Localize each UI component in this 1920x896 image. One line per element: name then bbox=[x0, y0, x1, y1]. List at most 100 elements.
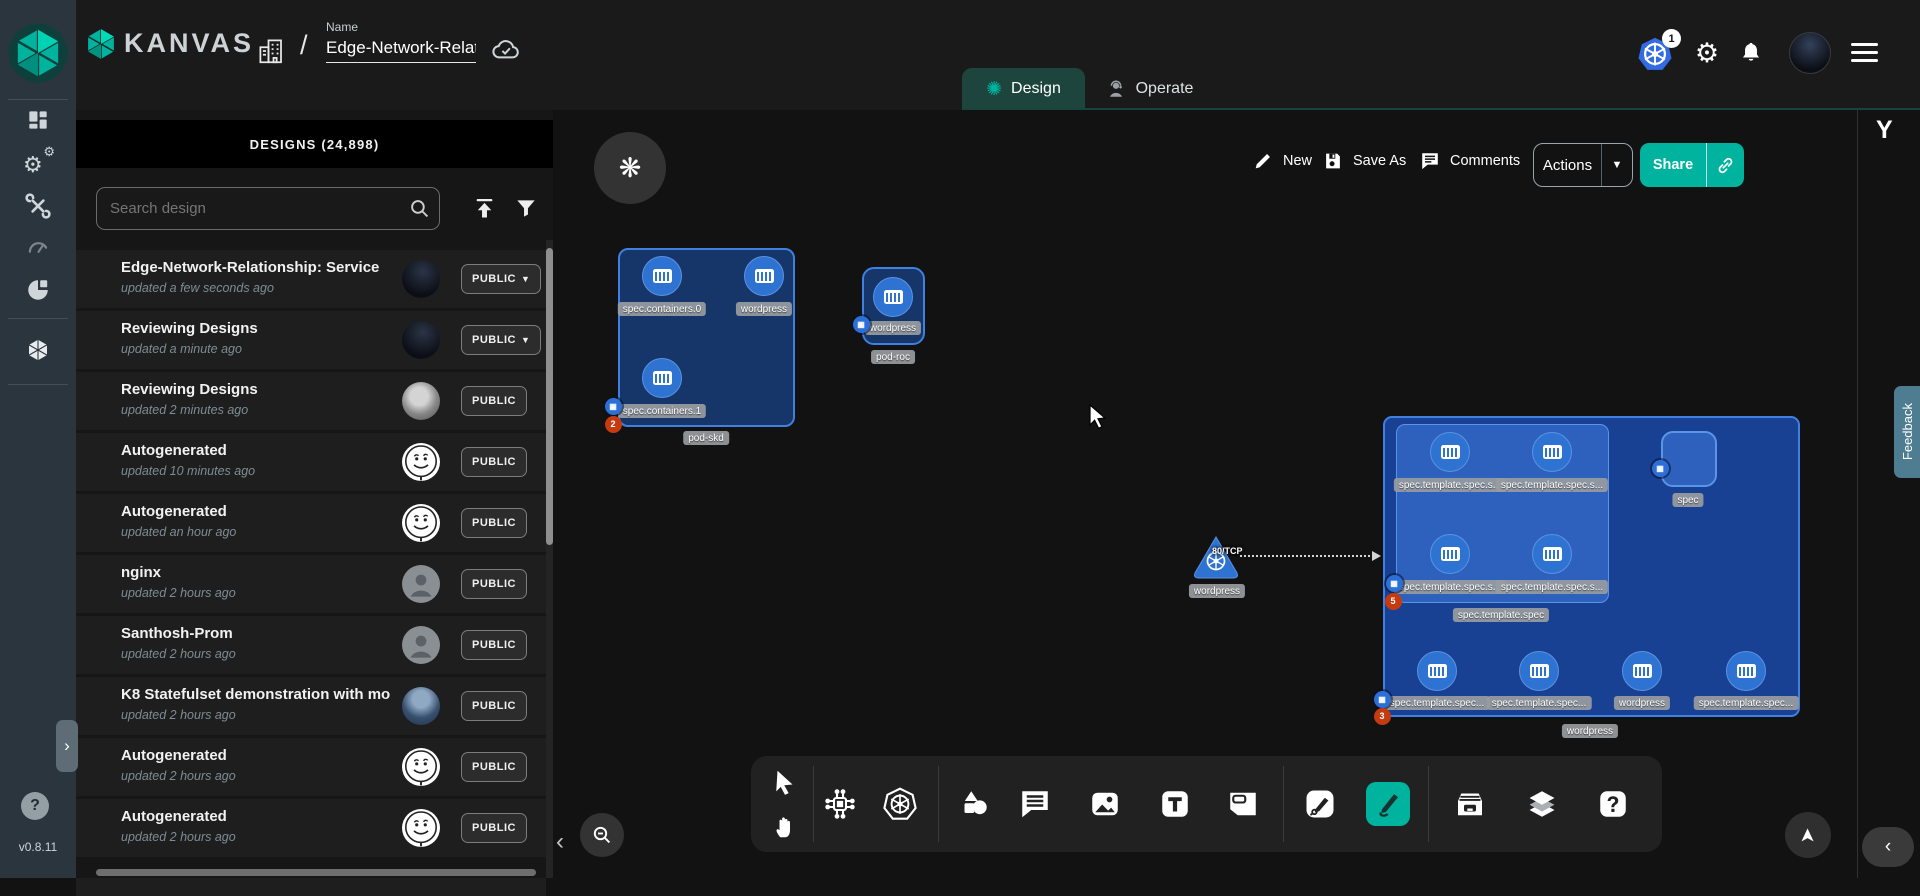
new-design-button[interactable]: New bbox=[1252, 150, 1312, 172]
settings-button[interactable]: ⚙ bbox=[1692, 38, 1722, 68]
kubernetes-tool[interactable] bbox=[878, 782, 922, 826]
error-count-badge[interactable]: 3 bbox=[1374, 708, 1391, 725]
sidebar-item-performance[interactable] bbox=[22, 232, 54, 264]
design-list-item[interactable]: Reviewing Designs updated a minute ago P… bbox=[76, 311, 546, 369]
comment-tool[interactable] bbox=[1013, 782, 1057, 826]
design-list-item[interactable]: Reviewing Designs updated 2 minutes ago … bbox=[76, 372, 546, 430]
container-node[interactable] bbox=[1430, 534, 1470, 574]
save-as-button[interactable]: Save As bbox=[1322, 150, 1406, 172]
tab-design[interactable]: ✺ Design bbox=[962, 68, 1085, 110]
design-list-item-partial[interactable] bbox=[76, 878, 546, 896]
container-node[interactable] bbox=[1622, 651, 1662, 691]
meshery-logo[interactable] bbox=[7, 22, 69, 84]
design-list-item[interactable]: nginx updated 2 hours ago PUBLIC ▼ bbox=[76, 555, 546, 613]
actions-dropdown-button[interactable]: Actions ▼ bbox=[1533, 143, 1633, 187]
help-tool[interactable] bbox=[1591, 782, 1635, 826]
visibility-badge[interactable]: PUBLIC ▼ bbox=[461, 630, 527, 660]
list-hscrollbar-thumb[interactable] bbox=[96, 869, 536, 876]
draw-pencil-icon bbox=[1370, 786, 1406, 822]
note-tool[interactable] bbox=[1221, 782, 1265, 826]
container-node[interactable] bbox=[642, 256, 682, 296]
pan-tool[interactable] bbox=[763, 804, 807, 848]
visibility-badge[interactable]: PUBLIC ▼ bbox=[461, 813, 527, 843]
dock-toggle-icon[interactable]: Y bbox=[1876, 116, 1893, 145]
design-list-item[interactable]: Autogenerated updated 2 hours ago PUBLIC… bbox=[76, 738, 546, 796]
error-count-badge[interactable]: 5 bbox=[1385, 593, 1402, 610]
sidebar-item-configuration[interactable] bbox=[22, 190, 54, 222]
import-design-button[interactable] bbox=[468, 192, 500, 224]
menu-button[interactable] bbox=[1851, 43, 1878, 67]
kanvas-logo-icon[interactable] bbox=[84, 27, 118, 61]
user-avatar[interactable] bbox=[1789, 32, 1831, 74]
design-list-item[interactable]: Edge-Network-Relationship: Service updat… bbox=[76, 250, 546, 308]
visibility-badge[interactable]: PUBLIC ▼ bbox=[461, 752, 527, 782]
pod-status-badge[interactable]: ▦ bbox=[1386, 575, 1403, 592]
help-button[interactable]: ? bbox=[21, 792, 49, 820]
design-list-item[interactable]: K8 Statefulset demonstration with mo upd… bbox=[76, 677, 546, 735]
sidebar-item-extensions[interactable] bbox=[22, 274, 54, 306]
visibility-badge[interactable]: PUBLIC ▼ bbox=[461, 508, 527, 538]
layers-tool[interactable] bbox=[1520, 782, 1564, 826]
design-list-item[interactable]: Autogenerated updated 2 hours ago PUBLIC… bbox=[76, 799, 546, 857]
container-node[interactable] bbox=[1430, 432, 1470, 472]
select-tool[interactable] bbox=[763, 760, 807, 804]
text-tool[interactable] bbox=[1153, 782, 1197, 826]
list-scrollbar-thumb[interactable] bbox=[546, 248, 553, 545]
sidebar-item-kanvas[interactable] bbox=[22, 334, 54, 366]
share-button[interactable]: Share bbox=[1640, 143, 1744, 187]
comments-button[interactable]: Comments bbox=[1419, 150, 1520, 172]
notifications-button[interactable] bbox=[1736, 38, 1766, 68]
visibility-badge[interactable]: PUBLIC ▼ bbox=[461, 569, 527, 599]
pod-status-badge[interactable]: ▦ bbox=[853, 316, 870, 333]
image-tool[interactable] bbox=[1083, 782, 1127, 826]
visibility-badge[interactable]: PUBLIC ▼ bbox=[461, 325, 541, 355]
design-list-item[interactable]: Santhosh-Prom updated 2 hours ago PUBLIC… bbox=[76, 616, 546, 674]
copy-link-button[interactable] bbox=[1707, 155, 1744, 176]
pod-status-badge[interactable]: ▦ bbox=[605, 398, 622, 415]
shapes-tool[interactable] bbox=[953, 782, 997, 826]
rail-expand-button[interactable]: › bbox=[56, 720, 78, 772]
container-node[interactable] bbox=[1519, 651, 1559, 691]
container-node[interactable] bbox=[1726, 651, 1766, 691]
search-design-input[interactable] bbox=[96, 187, 440, 230]
center-canvas-button[interactable]: ➤ bbox=[1785, 812, 1831, 858]
collapse-right-dock-button[interactable]: ‹ bbox=[1862, 827, 1914, 867]
container-node[interactable] bbox=[1417, 651, 1457, 691]
design-list-item[interactable]: Autogenerated updated an hour ago PUBLIC… bbox=[76, 494, 546, 552]
layers-icon bbox=[1524, 786, 1560, 822]
spec-node[interactable] bbox=[1661, 431, 1717, 487]
pen-tool[interactable] bbox=[1298, 782, 1342, 826]
container-node[interactable] bbox=[873, 277, 913, 317]
visibility-badge[interactable]: PUBLIC ▼ bbox=[461, 386, 527, 416]
kubernetes-context-switcher[interactable]: 1 bbox=[1637, 35, 1675, 75]
container-node[interactable] bbox=[642, 358, 682, 398]
visibility-badge[interactable]: PUBLIC ▼ bbox=[461, 691, 527, 721]
pod-template-group-node[interactable] bbox=[1396, 424, 1609, 603]
container-node[interactable] bbox=[1532, 432, 1572, 472]
canvas-settings-button[interactable]: ❋ bbox=[594, 132, 666, 204]
service-edge[interactable] bbox=[1240, 555, 1374, 557]
collapse-panel-chevron[interactable]: ‹ bbox=[556, 828, 564, 856]
container-node[interactable] bbox=[1532, 534, 1572, 574]
tab-operate[interactable]: Operate bbox=[1085, 68, 1213, 110]
service-node[interactable] bbox=[1191, 534, 1241, 585]
zoom-button[interactable] bbox=[580, 813, 624, 857]
feedback-tab[interactable]: Feedback bbox=[1894, 386, 1920, 478]
freehand-draw-tool[interactable] bbox=[1366, 782, 1410, 826]
filter-button[interactable] bbox=[510, 192, 542, 224]
organization-icon[interactable] bbox=[256, 36, 286, 71]
sidebar-item-lifecycle[interactable]: ⚙⚙ bbox=[22, 147, 54, 179]
search-icon[interactable] bbox=[407, 196, 432, 226]
design-list-item[interactable]: Autogenerated updated 10 minutes ago PUB… bbox=[76, 433, 546, 491]
pod-status-badge[interactable]: ▦ bbox=[1374, 691, 1391, 708]
drawer-tool[interactable] bbox=[1448, 782, 1492, 826]
pod-status-badge[interactable]: ▦ bbox=[1652, 460, 1669, 477]
design-name-input[interactable] bbox=[326, 38, 476, 63]
component-tool[interactable] bbox=[818, 782, 862, 826]
container-node[interactable] bbox=[744, 256, 784, 296]
error-count-badge[interactable]: 2 bbox=[605, 416, 622, 433]
visibility-badge[interactable]: PUBLIC ▼ bbox=[461, 447, 527, 477]
visibility-badge[interactable]: PUBLIC ▼ bbox=[461, 264, 541, 294]
chevron-down-icon[interactable]: ▼ bbox=[1602, 159, 1632, 171]
sidebar-item-dashboard[interactable] bbox=[22, 104, 54, 136]
